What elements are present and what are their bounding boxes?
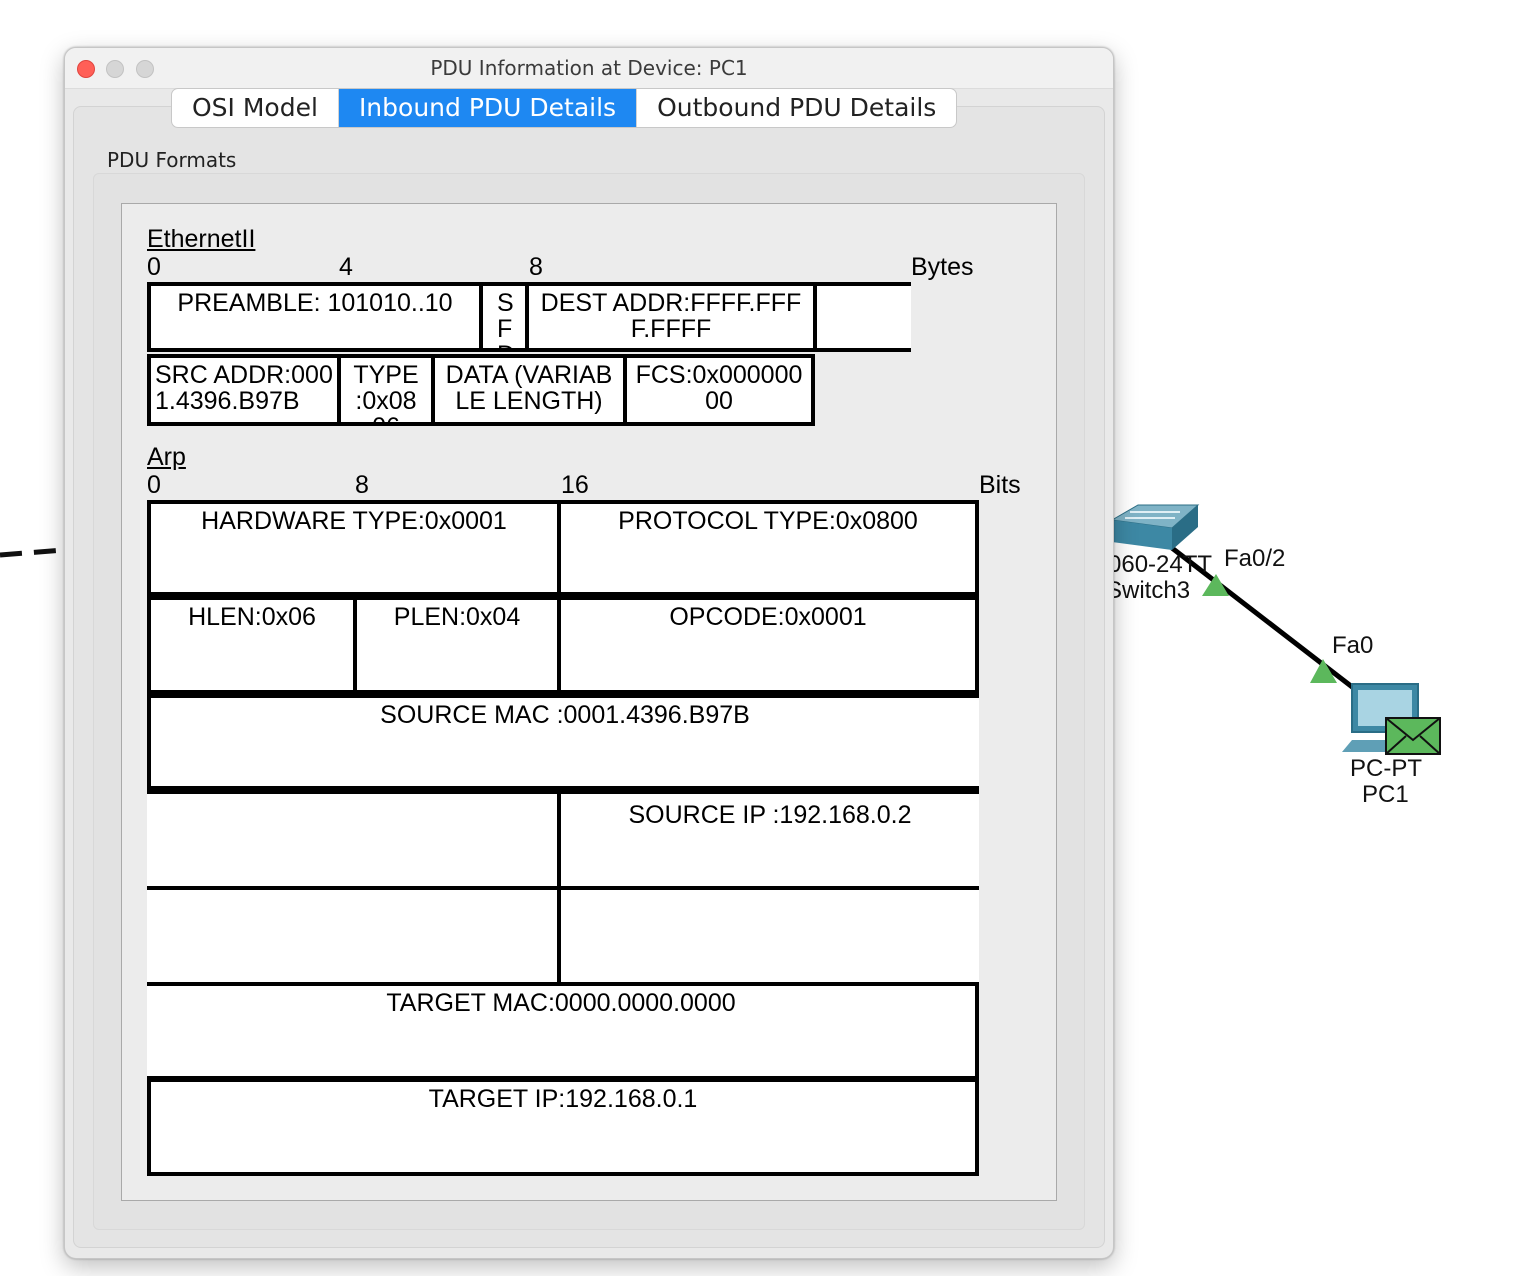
src-addr-field: SRC ADDR:0001.4396.B97B [147, 354, 341, 426]
opcode-field: OPCODE:0x0001 [557, 596, 979, 694]
protocol-type-field: PROTOCOL TYPE:0x0800 [557, 500, 979, 596]
pdu-diagram[interactable]: EthernetII 0 4 8 Bytes PREAMBLE: 101010.… [121, 203, 1057, 1201]
title-bar[interactable]: PDU Information at Device: PC1 [65, 48, 1113, 89]
fcs-field: FCS:0x00000000 [623, 354, 815, 426]
ethernet-scale-4: 4 [339, 253, 353, 281]
ethernet-scale-0: 0 [147, 253, 161, 281]
tab-inbound-pdu-details[interactable]: Inbound PDU Details [338, 89, 638, 127]
source-mac-field: SOURCE MAC :0001.4396.B97B [147, 694, 979, 790]
pdu-info-window: PDU Information at Device: PC1 OSI Model… [64, 47, 1114, 1259]
ethernet-scale-8: 8 [529, 253, 543, 281]
switch-icon[interactable] [1110, 504, 1200, 550]
row-divider [147, 790, 979, 794]
pc-model-label: PC-PT [1350, 755, 1422, 782]
switch-model-label: 060-24TT [1108, 551, 1213, 578]
ethernet-row1-end [813, 282, 911, 352]
target-mac-field: TARGET MAC:0000.0000.0000 [147, 982, 979, 1080]
envelope-icon[interactable] [1385, 717, 1441, 755]
pc-name-label: PC1 [1362, 781, 1409, 808]
data-field: DATA (VARIABLE LENGTH) [431, 354, 627, 426]
pc-port-label: Fa0 [1332, 632, 1374, 659]
switch-port-label: Fa0/2 [1224, 545, 1286, 572]
arp-scale-0: 0 [147, 471, 161, 499]
target-ip-field: TARGET IP:192.168.0.1 [147, 1078, 979, 1176]
arp-scale-8: 8 [355, 471, 369, 499]
preamble-field: PREAMBLE: 101010..10 [147, 282, 483, 352]
dest-addr-field: DEST ADDR:FFFF.FFFF.FFFF [525, 282, 817, 352]
window-title: PDU Information at Device: PC1 [430, 56, 748, 80]
sfd-field: S F D [479, 282, 529, 352]
switch-name-label: Switch3 [1106, 577, 1191, 604]
type-field: TYPE :0x0806 [337, 354, 435, 426]
arp-scale-16: 16 [561, 471, 589, 499]
empty-arp-row [147, 886, 979, 982]
empty-row-divider [557, 886, 561, 982]
arp-heading: Arp [147, 443, 186, 471]
row-divider [147, 886, 979, 890]
hlen-field: HLEN:0x06 [147, 596, 357, 694]
tab-outbound-pdu-details[interactable]: Outbound PDU Details [637, 89, 956, 127]
source-ip-field: SOURCE IP :192.168.0.2 [628, 801, 912, 829]
tab-osi-model[interactable]: OSI Model [172, 89, 339, 127]
tab-bar: OSI Model Inbound PDU Details Outbound P… [171, 88, 958, 128]
ethernet-unit-label: Bytes [911, 253, 974, 281]
arp-unit-label: Bits [979, 471, 1021, 499]
hardware-type-field: HARDWARE TYPE:0x0001 [147, 500, 561, 596]
ethernet-heading: EthernetII [147, 225, 256, 253]
plen-field: PLEN:0x04 [353, 596, 561, 694]
pdu-formats-label: PDU Formats [107, 148, 237, 172]
